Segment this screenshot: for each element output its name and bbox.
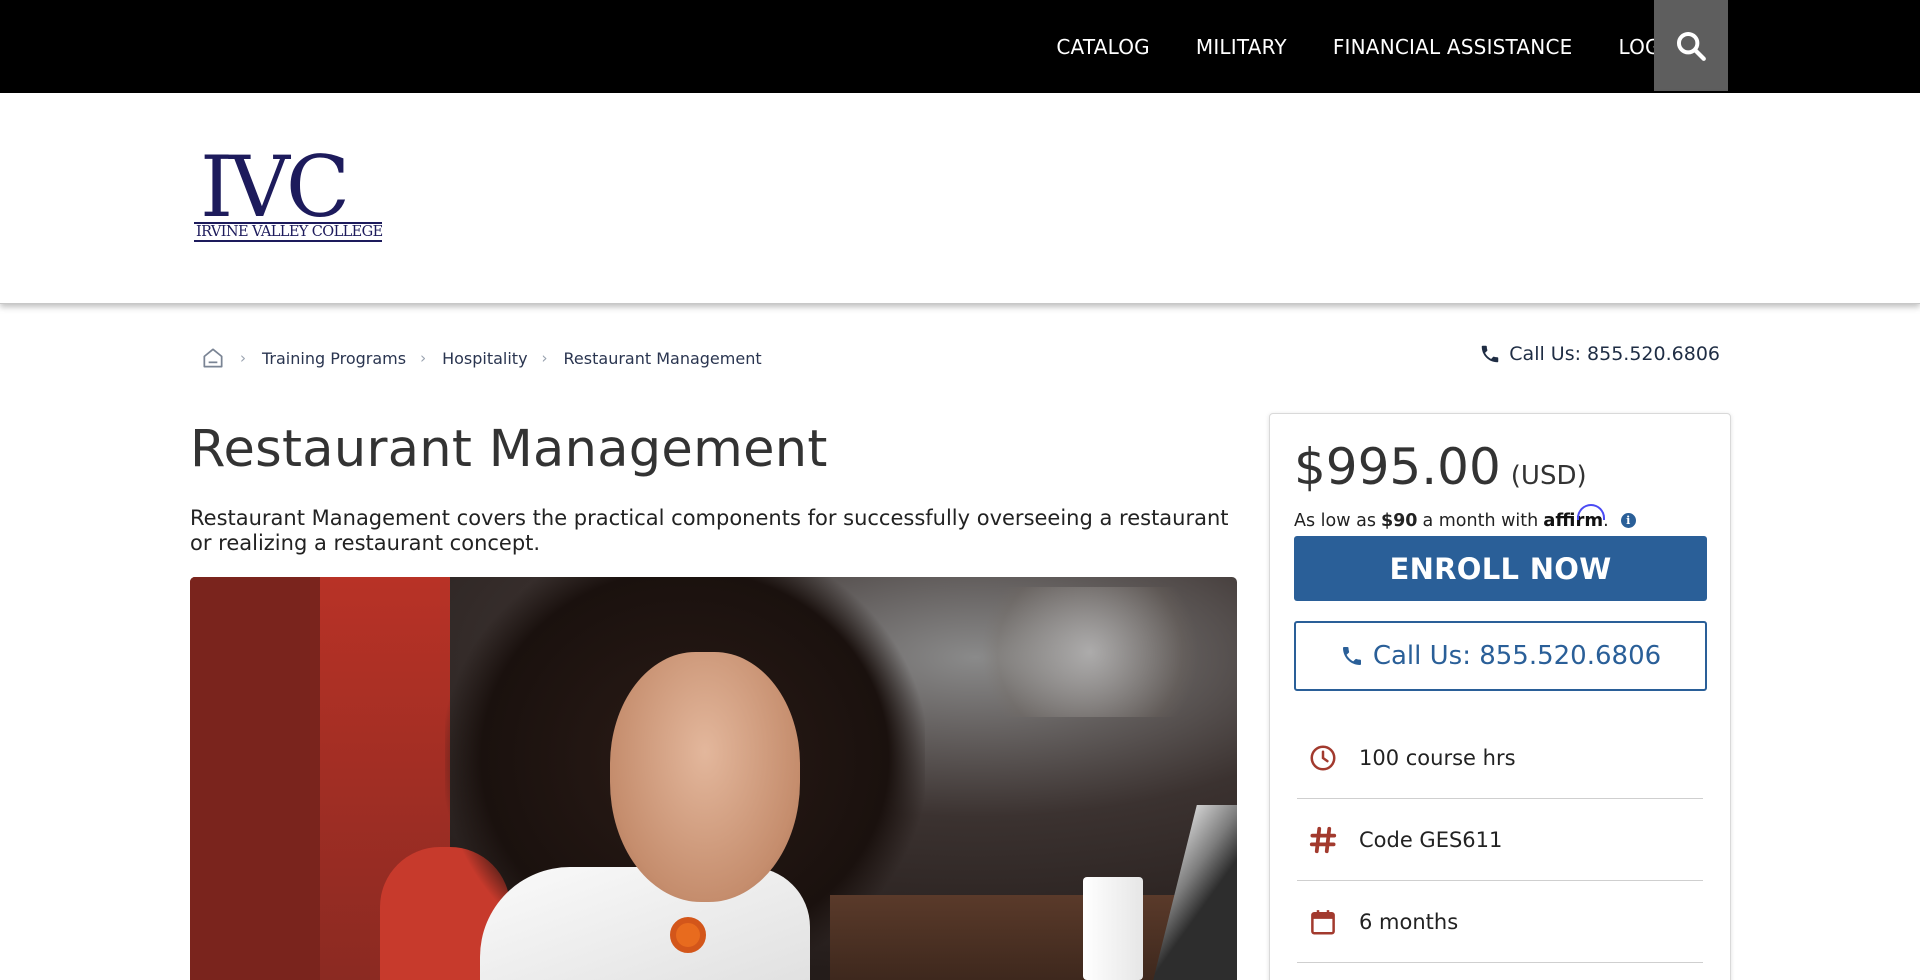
fact-course-hours: 100 course hrs (1297, 717, 1703, 799)
nav-financial-assistance[interactable]: FINANCIAL ASSISTANCE (1333, 35, 1573, 59)
course-facts: 100 course hrs Code GES611 6 months (1297, 717, 1703, 963)
breadcrumb-current: Restaurant Management (563, 348, 762, 368)
breadcrumb-training-programs[interactable]: Training Programs (262, 349, 406, 368)
breadcrumb-hospitality[interactable]: Hospitality (442, 349, 527, 368)
hero-face (610, 652, 800, 902)
hero-pendant (670, 917, 706, 953)
hashtag-icon (1305, 822, 1341, 858)
hero-cup (1083, 877, 1143, 980)
affirm-amount: $90 (1380, 510, 1418, 531)
call-us-button[interactable]: Call Us: 855.520.6806 (1294, 621, 1707, 691)
fact-duration: 6 months (1297, 881, 1703, 963)
search-button[interactable] (1654, 0, 1728, 91)
price: $995.00 (USD) (1294, 438, 1587, 496)
chevron-right-icon: › (240, 349, 246, 367)
page-title: Restaurant Management (190, 420, 828, 479)
affirm-prefix: As low as (1294, 510, 1376, 531)
calendar-icon (1305, 904, 1341, 940)
search-icon (1676, 31, 1706, 61)
breadcrumb: › Training Programs › Hospitality › Rest… (200, 344, 762, 372)
price-currency: (USD) (1510, 461, 1587, 491)
top-nav: CATALOG MILITARY FINANCIAL ASSISTANCE LO… (1010, 0, 1682, 93)
call-us-button-label: Call Us: 855.520.6806 (1372, 641, 1662, 671)
hero-laptop (1153, 805, 1237, 980)
nav-military[interactable]: MILITARY (1196, 35, 1287, 59)
fact-course-code: Code GES611 (1297, 799, 1703, 881)
hero-image (190, 577, 1237, 980)
enroll-card: $995.00 (USD) As low as $90 a month with … (1269, 413, 1731, 980)
info-icon[interactable]: i (1620, 513, 1636, 528)
affirm-financing: As low as $90 a month with affirm. i (1294, 504, 1636, 531)
enroll-now-button[interactable]: ENROLL NOW (1294, 536, 1707, 601)
top-navigation-bar: CATALOG MILITARY FINANCIAL ASSISTANCE LO… (0, 0, 1920, 93)
call-us-top[interactable]: Call Us: 855.520.6806 (1479, 343, 1720, 365)
nav-catalog[interactable]: CATALOG (1056, 35, 1150, 59)
price-amount: $995.00 (1294, 438, 1501, 496)
affirm-logo: affirm (1543, 504, 1605, 531)
fact-label: 6 months (1359, 909, 1459, 934)
hero-shirt (480, 867, 810, 980)
chevron-right-icon: › (420, 349, 427, 367)
phone-icon (1342, 647, 1361, 665)
affirm-middle: a month with (1422, 510, 1539, 531)
page-description: Restaurant Management covers the practic… (190, 506, 1229, 555)
home-icon[interactable] (200, 345, 226, 371)
call-us-top-label: Call Us: 855.520.6806 (1509, 343, 1720, 365)
logo-mark: IVC (200, 138, 350, 236)
ivc-logo[interactable]: IVC IRVINE VALLEY COLLEGE (192, 138, 383, 250)
chevron-right-icon: › (541, 349, 548, 367)
hero-bg-lights (950, 587, 1230, 717)
logo-name: IRVINE VALLEY COLLEGE (194, 222, 383, 242)
phone-icon (1482, 345, 1499, 363)
fact-label: 100 course hrs (1359, 745, 1516, 770)
fact-label: Code GES611 (1359, 827, 1503, 852)
clock-icon (1305, 740, 1341, 776)
site-header: IVC IRVINE VALLEY COLLEGE (0, 93, 1920, 304)
hero-bg-wall-dark (190, 577, 320, 980)
